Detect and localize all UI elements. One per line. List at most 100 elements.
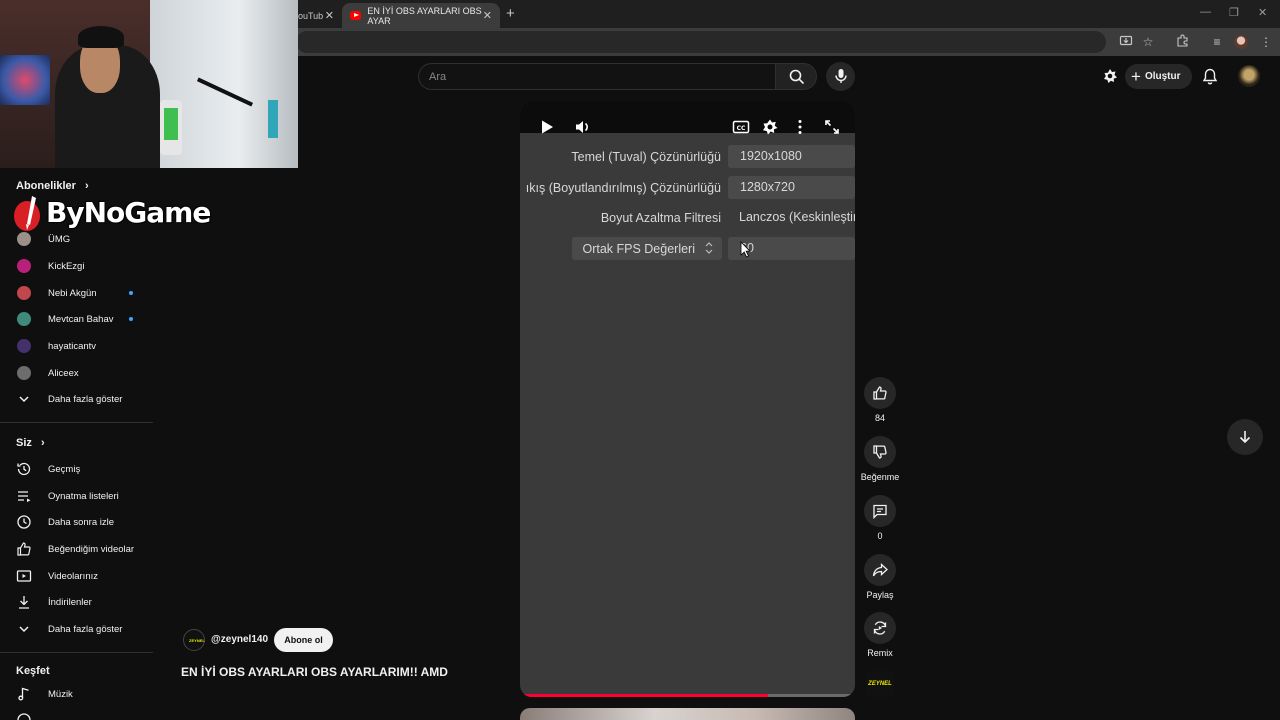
- youtube-favicon-icon: [350, 11, 362, 20]
- sidebar-item-aliceex[interactable]: Aliceex: [0, 360, 152, 386]
- channel-avatar-logo: ZEYNEL: [189, 638, 205, 643]
- sidebar-item-mevtcan-bahav[interactable]: Mevtcan Bahav: [0, 306, 152, 332]
- next-short-thumbnail[interactable]: [520, 708, 855, 720]
- profile-avatar[interactable]: [1233, 34, 1249, 50]
- restore-icon[interactable]: ❐: [1229, 6, 1239, 19]
- you-heading[interactable]: Siz ›: [16, 437, 45, 449]
- channel-sound-thumbnail[interactable]: ZEYNEL: [866, 671, 894, 697]
- plus-icon: +: [1131, 67, 1141, 86]
- fullscreen-icon[interactable]: [823, 118, 841, 136]
- chevron-down-icon: [19, 396, 29, 403]
- obs-row-label: Ortak FPS Değerleri: [582, 242, 695, 256]
- comment-count: 0: [877, 531, 883, 541]
- thumbs-up-icon: [873, 386, 887, 400]
- obs-row-label: Temel (Tuval) Çözünürlüğü: [571, 150, 721, 164]
- search-button[interactable]: [775, 63, 817, 90]
- obs-row-value: 1920x1080: [728, 145, 855, 168]
- like-count: 84: [874, 413, 885, 423]
- account-avatar[interactable]: [1238, 65, 1260, 87]
- sidebar-item-playlists[interactable]: Oynatma listeleri: [0, 483, 152, 509]
- your-videos-icon: [16, 570, 32, 582]
- logo-text: ByNoGame: [46, 196, 211, 229]
- extensions-icon[interactable]: [1174, 34, 1190, 50]
- share-button[interactable]: [864, 554, 896, 586]
- voice-search-button[interactable]: [826, 62, 855, 91]
- new-tab-icon[interactable]: +: [506, 5, 515, 22]
- subscriptions-heading[interactable]: Abonelikler ›: [16, 180, 89, 192]
- close-tab-icon[interactable]: ✕: [483, 9, 492, 22]
- dislike-label: Beğenme: [860, 472, 900, 482]
- history-icon: [17, 462, 31, 476]
- sidebar-item-nebi-akgun[interactable]: Nebi Akgün: [0, 280, 152, 306]
- settings-gear-icon[interactable]: [761, 118, 779, 136]
- chevron-right-icon: ›: [40, 437, 45, 449]
- subscribe-button[interactable]: Abone ol: [274, 628, 333, 652]
- search-icon: [789, 69, 805, 85]
- shorts-video-player[interactable]: CC Temel (Tuval) Çözünürlüğü 1920x1080 ı…: [520, 101, 855, 697]
- install-app-icon[interactable]: [1118, 34, 1134, 50]
- tab-current-video[interactable]: EN İYİ OBS AYARLARI OBS AYAR ✕: [342, 3, 500, 28]
- play-icon[interactable]: [538, 118, 556, 136]
- channel-avatar: [17, 366, 31, 380]
- sidebar-item-kickezgi[interactable]: KickEzgi: [0, 253, 152, 279]
- sidebar-item-liked-videos[interactable]: Beğendiğim videolar: [0, 536, 152, 562]
- obs-row-value: Lanczos (Keskinleştir: [739, 210, 855, 224]
- share-label: Paylaş: [866, 590, 894, 600]
- address-bar[interactable]: [296, 31, 1106, 53]
- mouse-cursor-icon: [740, 241, 751, 258]
- tab-label: ouTub: [298, 10, 324, 21]
- watch-later-icon: [17, 515, 31, 529]
- channel-avatar: [17, 312, 31, 326]
- share-icon: [872, 563, 888, 577]
- tab-label: EN İYİ OBS AYARLARI OBS AYAR: [367, 5, 482, 26]
- comments-button[interactable]: [864, 495, 896, 527]
- sidebar-item-downloads[interactable]: İndirilenler: [0, 589, 152, 615]
- sidebar-show-more-subscriptions[interactable]: Daha fazla göster: [0, 386, 152, 412]
- like-button[interactable]: [864, 377, 896, 409]
- sidebar-item-watch-later[interactable]: Daha sonra izle: [0, 509, 152, 535]
- close-tab-icon[interactable]: ✕: [325, 9, 334, 22]
- channel-avatar: [17, 286, 31, 300]
- svg-text:CC: CC: [737, 125, 746, 132]
- search-placeholder: Ara: [429, 71, 447, 83]
- chevron-right-icon: ›: [84, 180, 89, 192]
- bookmark-star-icon[interactable]: ☆: [1140, 34, 1156, 50]
- sidebar-item-history[interactable]: Geçmiş: [0, 456, 152, 482]
- search-input[interactable]: Ara: [418, 63, 776, 90]
- browser-menu-icon[interactable]: ⋮: [1258, 34, 1274, 50]
- sidebar-divider: [0, 652, 153, 653]
- video-progress-bar[interactable]: [520, 694, 855, 697]
- obs-row-value: 1280x720: [728, 176, 855, 199]
- sidebar-show-more-you[interactable]: Daha fazla göster: [0, 616, 152, 642]
- channel-avatar[interactable]: ZEYNEL: [183, 629, 205, 651]
- create-button[interactable]: + Oluştur: [1125, 64, 1192, 89]
- more-options-icon[interactable]: [791, 118, 809, 136]
- obs-row-label: ıkış (Boyutlandırılmış) Çözünürlüğü: [525, 181, 721, 195]
- remix-button[interactable]: [864, 612, 896, 644]
- sidebar-item-music[interactable]: Müzik: [0, 681, 152, 707]
- dislike-button[interactable]: [864, 436, 896, 468]
- comment-icon: [873, 504, 887, 519]
- sidebar-item-hayaticantv[interactable]: hayaticantv: [0, 333, 152, 359]
- minimize-icon[interactable]: —: [1200, 6, 1211, 18]
- channel-name[interactable]: @zeynel140: [211, 634, 268, 645]
- streamer-webcam-overlay: [0, 0, 298, 168]
- downloads-icon: [19, 596, 29, 609]
- video-title[interactable]: EN İYİ OBS AYARLARI OBS AYARLARIM!! AMD: [181, 665, 448, 679]
- flame-logo-icon: [14, 196, 40, 231]
- shorts-remix-icon[interactable]: [1102, 68, 1120, 86]
- spinner-arrows-icon: [705, 242, 713, 254]
- next-video-button[interactable]: [1227, 419, 1263, 455]
- sidebar-item-your-videos[interactable]: Videolarınız: [0, 563, 152, 589]
- channel-avatar: [17, 339, 31, 353]
- close-window-icon[interactable]: ✕: [1258, 6, 1267, 19]
- captions-icon[interactable]: CC: [732, 118, 750, 136]
- video-progress-fill: [520, 694, 768, 697]
- channel-avatar: [17, 259, 31, 273]
- channel-avatar: [17, 232, 31, 246]
- live-indicator-dot: [129, 317, 133, 321]
- reading-list-icon[interactable]: ≡: [1209, 34, 1225, 50]
- notifications-bell-icon[interactable]: [1202, 68, 1220, 86]
- arrow-down-icon: [1239, 431, 1251, 444]
- volume-icon[interactable]: [574, 118, 592, 136]
